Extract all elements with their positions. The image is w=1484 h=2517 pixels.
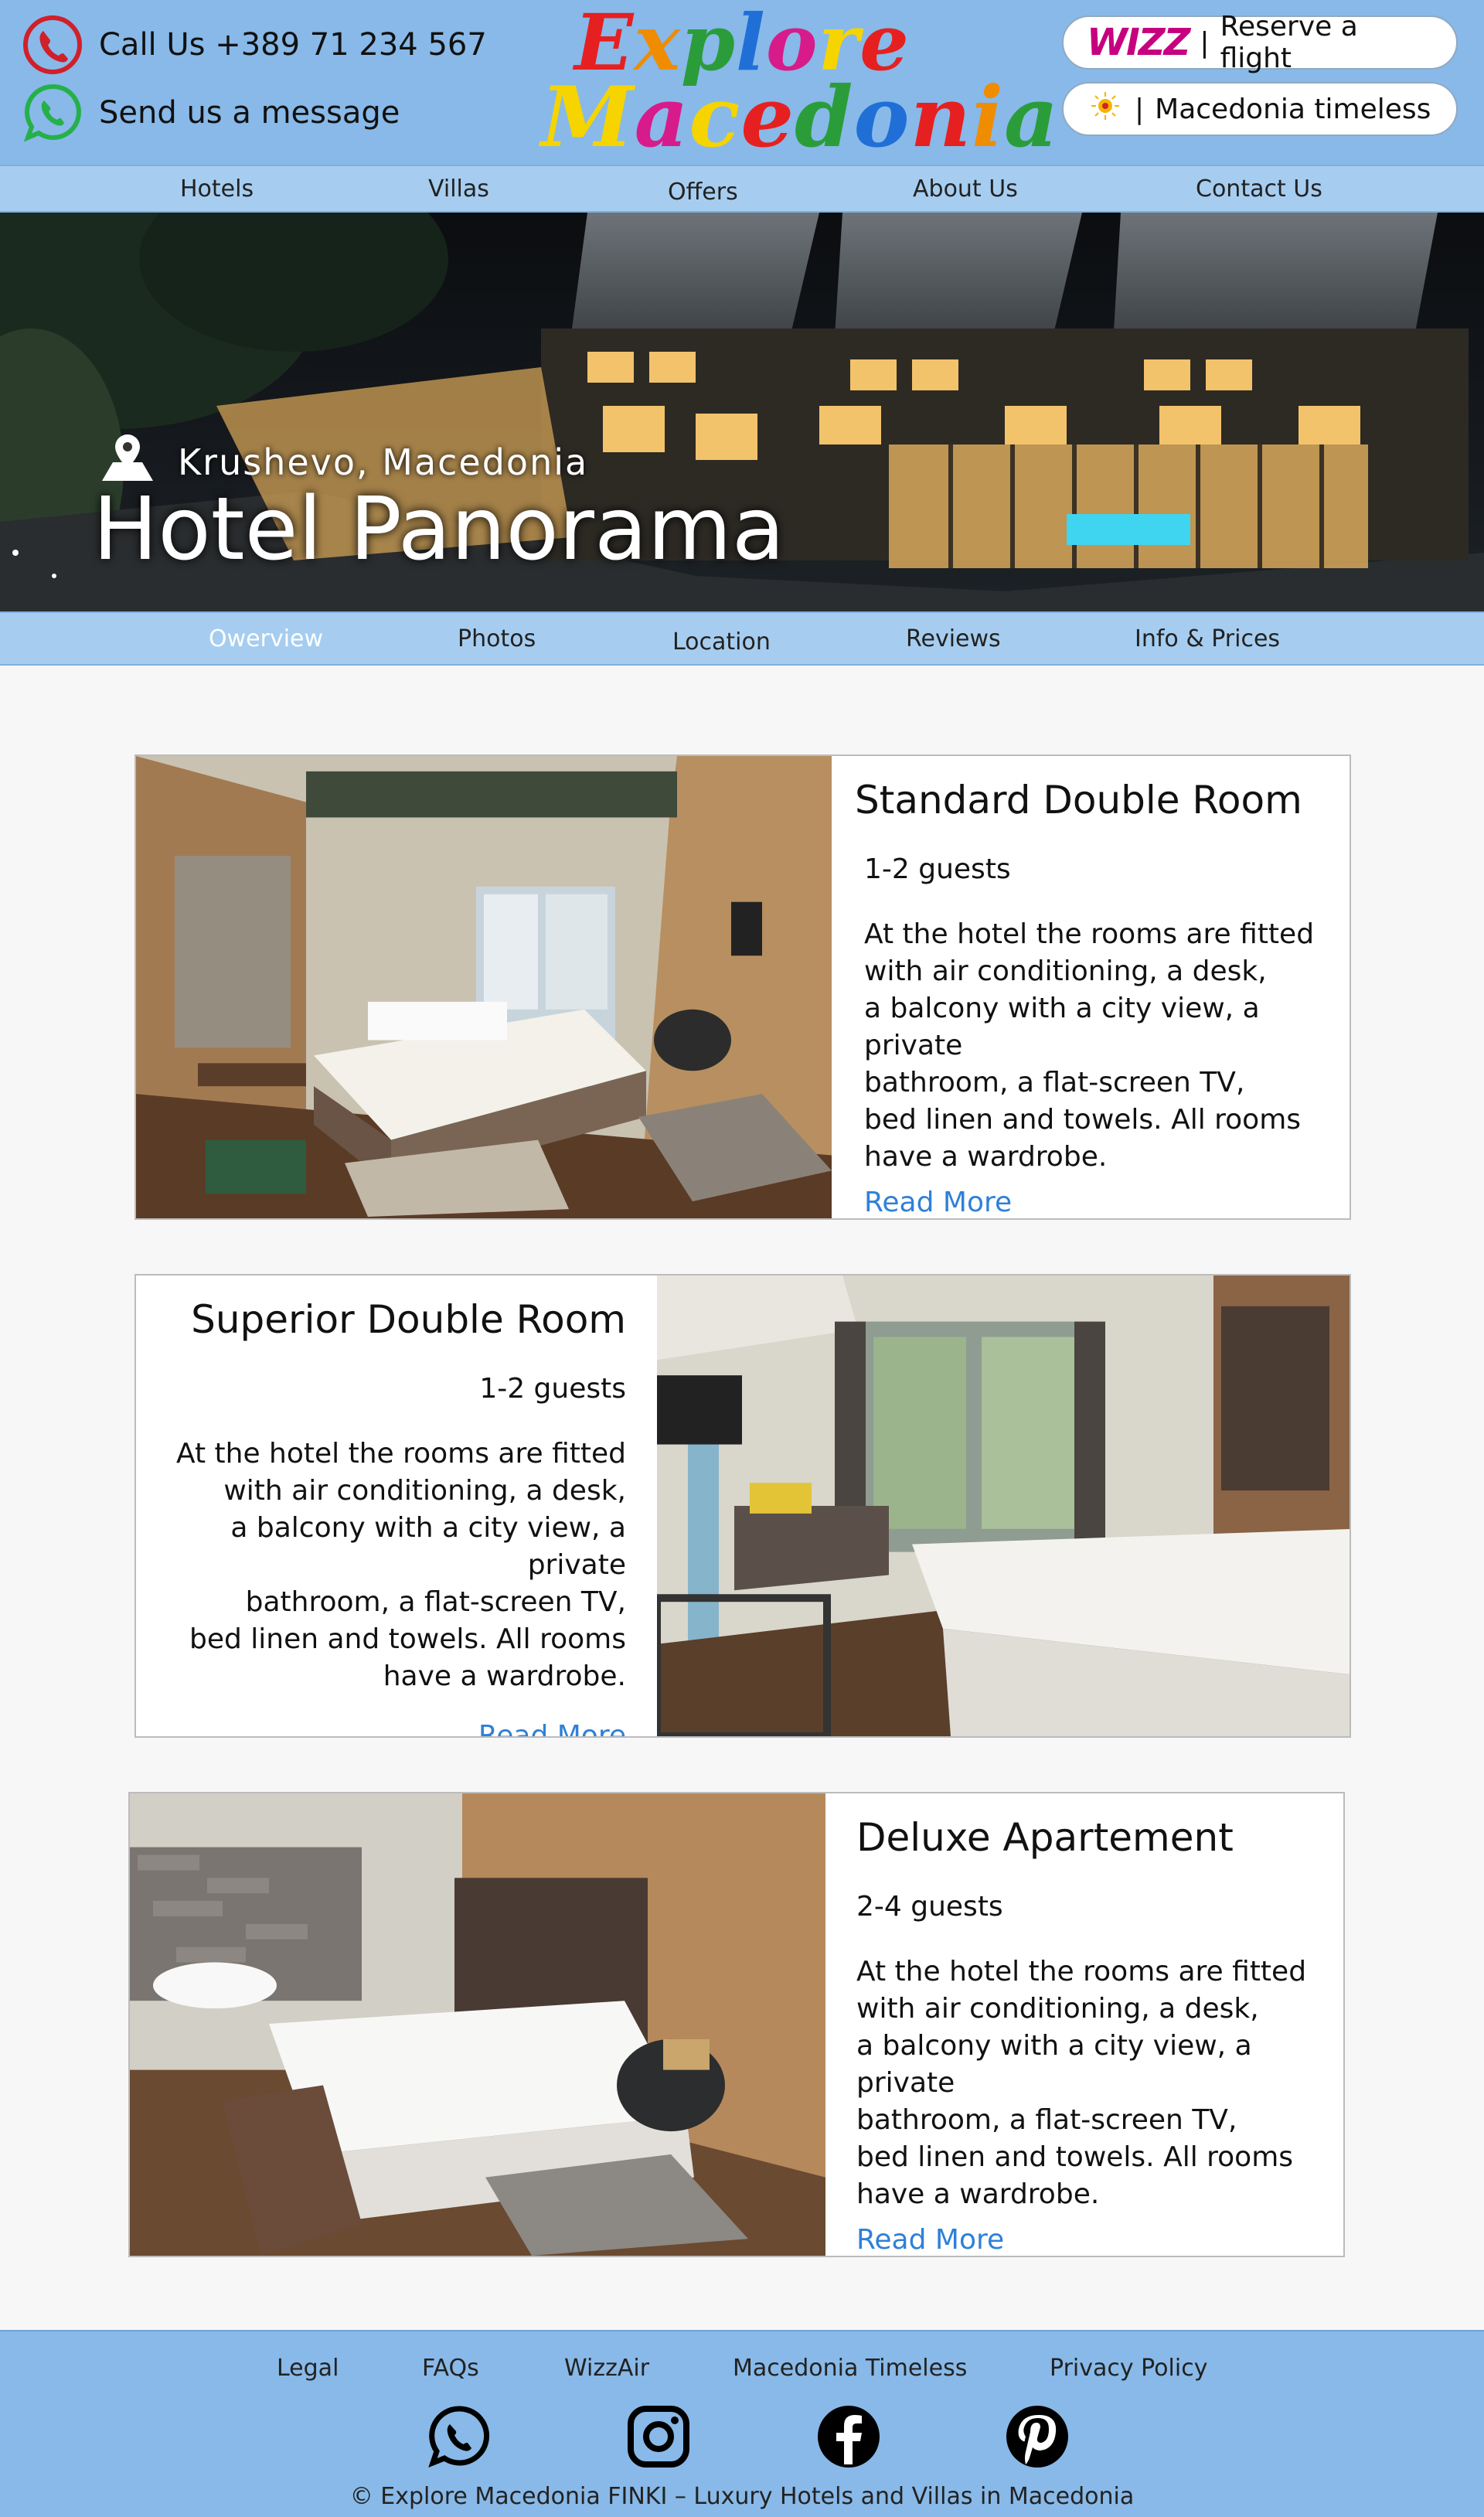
location-text: Krushevo, Macedonia	[178, 441, 589, 483]
room-guests: 1-2 guests	[864, 853, 1011, 885]
hotel-sub-nav: Owerview Photos Location Reviews Info & …	[0, 611, 1484, 666]
room-card: Standard Double Room 1-2 guests At the h…	[134, 754, 1351, 1220]
separator: |	[1200, 26, 1210, 59]
whatsapp-icon[interactable]	[427, 2404, 492, 2469]
send-message-link[interactable]: Send us a message	[22, 82, 400, 144]
room-title: Standard Double Room	[855, 778, 1302, 823]
room-details: Standard Double Room 1-2 guests At the h…	[832, 756, 1350, 1218]
hotel-title: Hotel Panorama	[93, 479, 785, 580]
pinterest-icon[interactable]	[1005, 2404, 1070, 2469]
tab-photos[interactable]: Photos	[458, 625, 536, 652]
whatsapp-icon	[22, 82, 83, 144]
room-details: Deluxe Apartement 2-4 guests At the hote…	[825, 1793, 1343, 2256]
superior-room-photo	[657, 1276, 1350, 1736]
instagram-icon[interactable]	[626, 2404, 691, 2469]
separator: |	[1135, 93, 1145, 125]
logo-line2: Macedonia	[541, 69, 1060, 166]
site-footer: Legal FAQs WizzAir Macedonia Timeless Pr…	[0, 2330, 1484, 2517]
nav-hotels[interactable]: Hotels	[180, 175, 254, 203]
room-description: At the hotel the rooms are fitted with a…	[856, 1956, 1307, 2210]
message-text: Send us a message	[99, 95, 400, 131]
room-card: Deluxe Apartement 2-4 guests At the hote…	[128, 1792, 1345, 2257]
standard-room-photo	[136, 756, 832, 1218]
room-card: Superior Double Room 1-2 guests At the h…	[134, 1274, 1351, 1738]
wizz-logo: WIZZ	[1087, 21, 1190, 64]
site-header: Call Us +389 71 234 567 Send us a messag…	[0, 0, 1484, 165]
main-nav: Hotels Villas Offers About Us Contact Us	[0, 165, 1484, 213]
footer-link-macedonia-timeless[interactable]: Macedonia Timeless	[733, 2355, 967, 2382]
site-logo[interactable]: Explore Macedonia	[541, 0, 1060, 166]
room-description: At the hotel the rooms are fitted with a…	[175, 1438, 626, 1692]
phone-text: Call Us +389 71 234 567	[99, 27, 487, 63]
room-title: Deluxe Apartement	[856, 1815, 1234, 1860]
room-description: At the hotel the rooms are fitted with a…	[864, 918, 1315, 1173]
call-us-link[interactable]: Call Us +389 71 234 567	[22, 14, 487, 76]
room-guests: 2-4 guests	[856, 1891, 1003, 1923]
tab-reviews[interactable]: Reviews	[906, 625, 1001, 652]
macedonia-timeless-button[interactable]: | Macedonia timeless	[1062, 82, 1458, 136]
tab-overview[interactable]: Owerview	[209, 625, 323, 652]
room-guests: 1-2 guests	[479, 1373, 626, 1405]
copyright-text: © Explore Macedonia FINKI – Luxury Hotel…	[349, 2483, 1135, 2510]
tab-location[interactable]: Location	[672, 628, 771, 656]
macedonia-timeless-label: Macedonia timeless	[1155, 93, 1431, 125]
read-more-link[interactable]: Read More	[855, 1187, 1329, 1218]
nav-offers[interactable]: Offers	[668, 179, 738, 206]
footer-link-legal[interactable]: Legal	[277, 2355, 339, 2382]
hero-banner: Krushevo, Macedonia Hotel Panorama	[0, 213, 1484, 611]
footer-link-faqs[interactable]: FAQs	[422, 2355, 479, 2382]
macedonia-timeless-logo	[1087, 90, 1124, 128]
room-details: Superior Double Room 1-2 guests At the h…	[136, 1276, 657, 1736]
facebook-icon[interactable]	[816, 2404, 881, 2469]
footer-link-wizzair[interactable]: WizzAir	[564, 2355, 649, 2382]
room-title: Superior Double Room	[191, 1297, 626, 1342]
nav-contact-us[interactable]: Contact Us	[1196, 175, 1322, 203]
reserve-flight-button[interactable]: WIZZ | Reserve a flight	[1062, 11, 1458, 74]
nav-villas[interactable]: Villas	[428, 175, 489, 203]
nav-about-us[interactable]: About Us	[913, 175, 1018, 203]
deluxe-apartment-photo	[130, 1793, 825, 2256]
read-more-link[interactable]: Read More	[856, 2224, 1316, 2256]
tab-info-prices[interactable]: Info & Prices	[1135, 625, 1280, 652]
phone-icon	[22, 14, 83, 76]
read-more-link[interactable]: Read More	[144, 1720, 626, 1736]
reserve-flight-label: Reserve a flight	[1220, 11, 1358, 74]
footer-link-privacy-policy[interactable]: Privacy Policy	[1050, 2355, 1207, 2382]
